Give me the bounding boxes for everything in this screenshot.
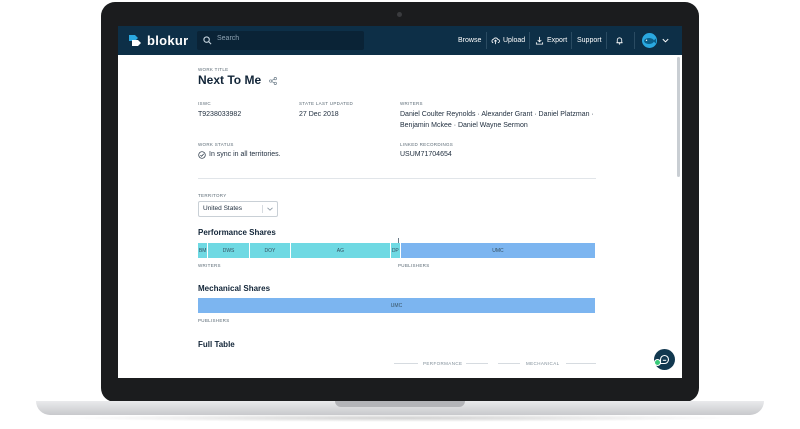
writers-line-1: Daniel Coulter Reynolds · Alexander Gran… (400, 111, 594, 118)
nav-divider (606, 32, 607, 49)
work-status-value: In sync in all territories. (209, 151, 281, 158)
scrollbar[interactable] (677, 57, 680, 177)
logo[interactable]: blokur (127, 32, 189, 48)
app-screen: blokur Search Browse Upload Export Suppo… (118, 26, 682, 378)
search-box[interactable]: Search (197, 31, 364, 50)
chevron-down-icon[interactable] (661, 36, 670, 45)
page-title: Next To Me (198, 73, 262, 87)
blokur-logo-icon (129, 35, 141, 46)
iswc-value: T9238033982 (198, 111, 242, 118)
nav-export-label: Export (547, 37, 568, 44)
share-segment-dws[interactable]: DWS (208, 243, 249, 258)
writers-label: WRITERS (400, 101, 423, 106)
nav-support-label: Support (577, 37, 602, 44)
territory-label: TERRITORY (198, 193, 227, 198)
state-updated-label: STATE LAST UPDATED (299, 101, 354, 106)
nav-upload[interactable]: Upload (491, 26, 525, 55)
group-line (498, 363, 520, 364)
state-updated-value: 27 Dec 2018 (299, 111, 339, 118)
group-line (466, 363, 488, 364)
download-icon (535, 36, 544, 45)
group-line (394, 363, 418, 364)
nav-support[interactable]: Support (577, 26, 602, 55)
mechanical-publishers-caption: PUBLISHERS (198, 318, 230, 323)
mechanical-group-header: MECHANICAL (526, 361, 560, 366)
nav-browse-label: Browse (458, 37, 482, 44)
nav-browse[interactable]: Browse (458, 26, 481, 55)
search-placeholder: Search (217, 35, 240, 42)
share-icon[interactable] (269, 77, 277, 85)
bell-icon (616, 37, 623, 45)
work-status-label: WORK STATUS (198, 142, 234, 147)
nav-export[interactable]: Export (535, 26, 567, 55)
section-divider (198, 178, 596, 179)
group-line (566, 363, 596, 364)
share-segment-bm[interactable]: BM (198, 243, 208, 258)
fish-avatar-icon (644, 38, 656, 44)
work-title-label: WORK TITLE (198, 67, 229, 72)
user-avatar[interactable] (642, 33, 657, 48)
publishers-caption: PUBLISHERS (398, 263, 430, 268)
check-circle-icon (198, 151, 206, 159)
laptop-shadow (60, 414, 740, 422)
writers-caption: WRITERS (198, 263, 221, 268)
cloud-upload-icon (491, 37, 500, 45)
territory-selected-value: United States (203, 205, 243, 212)
select-divider (262, 205, 263, 213)
nav-divider (529, 32, 530, 49)
performance-shares-title: Performance Shares (198, 228, 276, 237)
share-segment-umc[interactable]: UMC (400, 243, 595, 258)
logo-text: blokur (147, 32, 189, 48)
full-table-title: Full Table (198, 340, 235, 349)
notifications-button[interactable] (615, 26, 627, 55)
share-segment-doy[interactable]: DOY (249, 243, 291, 258)
share-segment-ag[interactable]: AG (291, 243, 390, 258)
chevron-down-icon (267, 207, 273, 211)
top-bar: blokur Search Browse Upload Export Suppo… (118, 26, 682, 55)
mechanical-shares-title: Mechanical Shares (198, 284, 271, 293)
nav-divider (486, 32, 487, 49)
writers-line-2: Benjamin Mckee · Daniel Wayne Sermon (400, 122, 528, 129)
camera-dot (397, 12, 402, 17)
iswc-label: ISWC (198, 101, 211, 106)
nav-upload-label: Upload (503, 37, 526, 44)
search-icon (203, 36, 212, 45)
linked-recordings-label: LINKED RECORDINGS (400, 142, 454, 147)
nav-divider (571, 32, 572, 49)
linked-recording-link[interactable]: USUM71704654 (400, 151, 452, 158)
share-segment-dp[interactable]: DP (390, 243, 400, 258)
share-segment-umc[interactable]: UMC (198, 298, 595, 313)
laptop-base-notch (335, 401, 465, 407)
performance-group-header: PERFORMANCE (423, 361, 463, 366)
territory-select[interactable]: United States (198, 201, 278, 217)
nav-divider (634, 32, 635, 49)
chat-online-indicator (654, 359, 661, 366)
